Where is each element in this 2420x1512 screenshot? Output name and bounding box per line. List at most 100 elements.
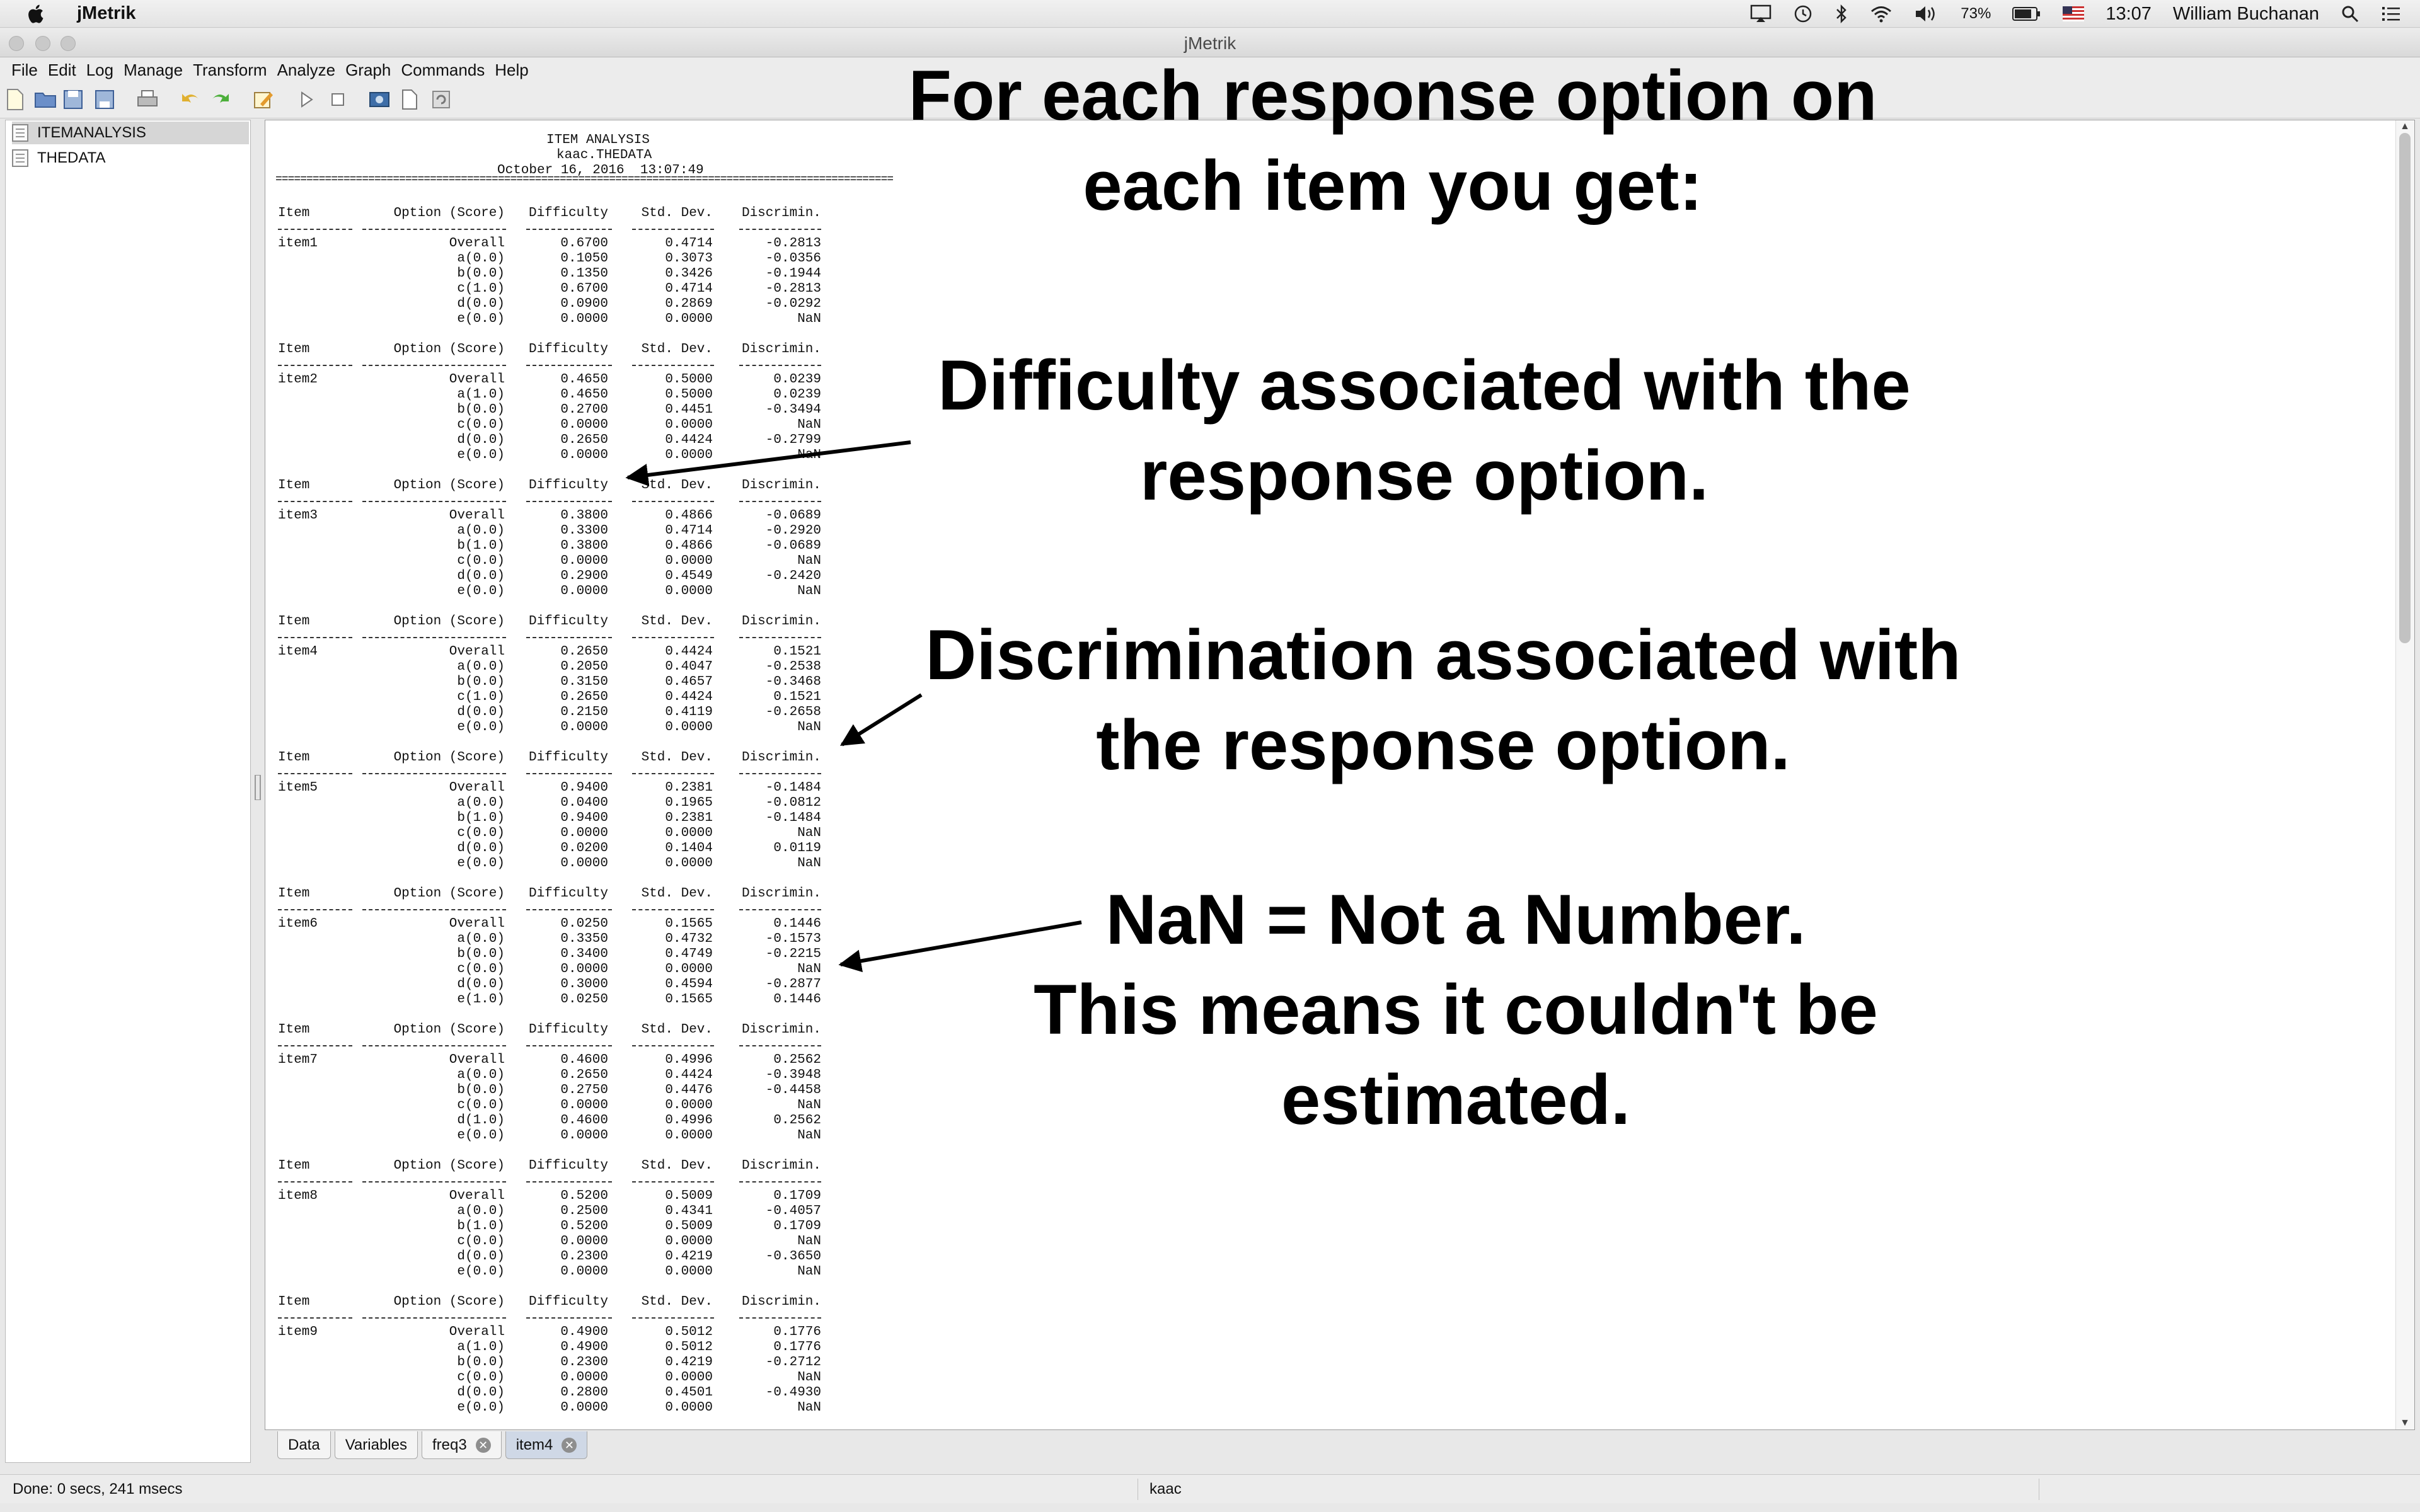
std-dev-cell: 0.0000 — [665, 826, 713, 840]
column-header: Difficulty — [528, 750, 608, 765]
difficulty-cell: 0.0000 — [560, 1264, 608, 1279]
table-row: item4 Overall 0.2650 0.4424 0.1521 — [275, 644, 843, 660]
panel-splitter-handle[interactable] — [253, 775, 262, 800]
std-dev-cell: 0.0000 — [665, 554, 713, 568]
difficulty-cell: 0.0000 — [560, 962, 608, 976]
vertical-scrollbar[interactable]: ▲ ▼ — [2395, 120, 2414, 1429]
us-flag-input-icon[interactable] — [2063, 6, 2085, 21]
column-header: Option (Score) — [393, 342, 505, 357]
airplay-icon[interactable] — [1750, 4, 1772, 23]
scroll-up-arrow-icon[interactable]: ▲ — [2399, 122, 2411, 132]
run-icon[interactable] — [294, 87, 319, 112]
menu-analyze[interactable]: Analyze — [277, 60, 336, 80]
tab-variables[interactable]: Variables — [334, 1431, 418, 1459]
close-tab-icon[interactable]: ✕ — [562, 1437, 577, 1453]
table-icon — [12, 124, 28, 142]
header-rule — [275, 1038, 843, 1053]
tab-item4[interactable]: item4 ✕ — [505, 1431, 588, 1459]
discrimination-cell: 0.2562 — [773, 1113, 821, 1128]
edit-icon[interactable] — [251, 87, 276, 112]
column-header: Difficulty — [528, 478, 608, 493]
menu-log[interactable]: Log — [86, 60, 113, 80]
discrimination-cell: NaN — [797, 1400, 821, 1415]
table-row: e(0.0) 0.0000 0.0000 NaN — [275, 584, 843, 599]
menu-help[interactable]: Help — [495, 60, 528, 80]
annotation-difficulty: Difficulty associated with the response … — [851, 340, 1998, 520]
std-dev-cell: 0.4341 — [665, 1204, 713, 1218]
battery-icon[interactable] — [2012, 6, 2041, 21]
difficulty-cell: 0.2800 — [560, 1385, 608, 1400]
table-row: e(0.0) 0.0000 0.0000 NaN — [275, 312, 843, 327]
discrimination-cell: -0.4458 — [765, 1083, 821, 1097]
menu-commands[interactable]: Commands — [401, 60, 485, 80]
menu-transform[interactable]: Transform — [193, 60, 267, 80]
option-cell: c(0.0) — [457, 554, 505, 568]
difficulty-cell: 0.0000 — [560, 1370, 608, 1385]
time-machine-icon[interactable] — [1793, 4, 1813, 24]
tree-item-label: THEDATA — [37, 149, 106, 166]
undo-icon[interactable] — [178, 87, 203, 112]
spotlight-search-icon[interactable] — [2341, 4, 2360, 23]
discrimination-cell: -0.0689 — [765, 539, 821, 553]
difficulty-cell: 0.0000 — [560, 856, 608, 871]
table-row: item7 Overall 0.4600 0.4996 0.2562 — [275, 1053, 843, 1068]
volume-icon[interactable] — [1914, 4, 1939, 23]
difficulty-cell: 0.0000 — [560, 1098, 608, 1113]
export-icon[interactable] — [92, 87, 117, 112]
menu-manage[interactable]: Manage — [124, 60, 183, 80]
stop-icon[interactable] — [325, 87, 350, 112]
option-cell: e(0.0) — [457, 1400, 505, 1415]
column-header: Discrimin. — [741, 478, 821, 493]
table-row: c(0.0) 0.0000 0.0000 NaN — [275, 962, 843, 977]
std-dev-cell: 0.4424 — [665, 1068, 713, 1082]
option-cell: Overall — [449, 644, 505, 659]
difficulty-cell: 0.1350 — [560, 266, 608, 281]
header-rule — [275, 221, 843, 236]
refresh-icon[interactable] — [429, 87, 454, 112]
std-dev-cell: 0.4047 — [665, 660, 713, 674]
option-cell: a(0.0) — [457, 251, 505, 266]
document-icon[interactable] — [397, 87, 422, 112]
difficulty-cell: 0.0000 — [560, 1128, 608, 1143]
menubar-clock[interactable]: 13:07 — [2106, 4, 2152, 25]
wifi-icon[interactable] — [1870, 5, 1893, 23]
table-row: b(0.0) 0.2700 0.4451 -0.3494 — [275, 403, 843, 418]
import-icon[interactable] — [60, 87, 86, 112]
open-folder-icon[interactable] — [33, 87, 58, 112]
new-file-icon[interactable] — [3, 87, 28, 112]
column-header: Item — [278, 886, 310, 901]
tab-freq3[interactable]: freq3 ✕ — [421, 1431, 502, 1459]
screenshot-icon[interactable] — [367, 87, 392, 112]
discrimination-cell: -0.4057 — [765, 1204, 821, 1218]
item-name: item1 — [278, 236, 318, 251]
table-row: b(0.0) 0.2750 0.4476 -0.4458 — [275, 1083, 843, 1098]
std-dev-cell: 0.5009 — [665, 1189, 713, 1203]
close-tab-icon[interactable]: ✕ — [475, 1437, 491, 1453]
print-icon[interactable] — [135, 87, 160, 112]
table-row: a(1.0) 0.4650 0.5000 0.0239 — [275, 387, 843, 403]
tree-item-itemanalysis[interactable]: ITEMANALYSIS — [12, 122, 249, 144]
difficulty-cell: 0.2650 — [560, 1068, 608, 1082]
discrimination-cell: -0.3948 — [765, 1068, 821, 1082]
redo-icon[interactable] — [208, 87, 233, 112]
column-header: Difficulty — [528, 886, 608, 901]
menu-file[interactable]: File — [11, 60, 38, 80]
menubar-user[interactable]: William Buchanan — [2173, 4, 2319, 25]
discrimination-cell: -0.2658 — [765, 705, 821, 719]
tab-label: item4 — [516, 1436, 553, 1453]
active-app-name[interactable]: jMetrik — [77, 3, 135, 24]
bluetooth-icon[interactable] — [1835, 4, 1848, 24]
item-name: item9 — [278, 1325, 318, 1339]
scrollbar-thumb[interactable] — [2399, 133, 2411, 643]
tree-item-thedata[interactable]: THEDATA — [12, 147, 249, 169]
discrimination-cell: -0.2538 — [765, 660, 821, 674]
status-bar: Done: 0 secs, 241 msecs kaac — [0, 1474, 2420, 1503]
option-cell: e(1.0) — [457, 992, 505, 1007]
std-dev-cell: 0.4866 — [665, 508, 713, 523]
scroll-down-arrow-icon[interactable]: ▼ — [2399, 1418, 2411, 1428]
menu-graph[interactable]: Graph — [345, 60, 391, 80]
notification-center-icon[interactable] — [2381, 5, 2401, 23]
tab-data[interactable]: Data — [277, 1431, 331, 1459]
menu-edit[interactable]: Edit — [48, 60, 76, 80]
apple-logo-icon[interactable] — [25, 3, 48, 25]
